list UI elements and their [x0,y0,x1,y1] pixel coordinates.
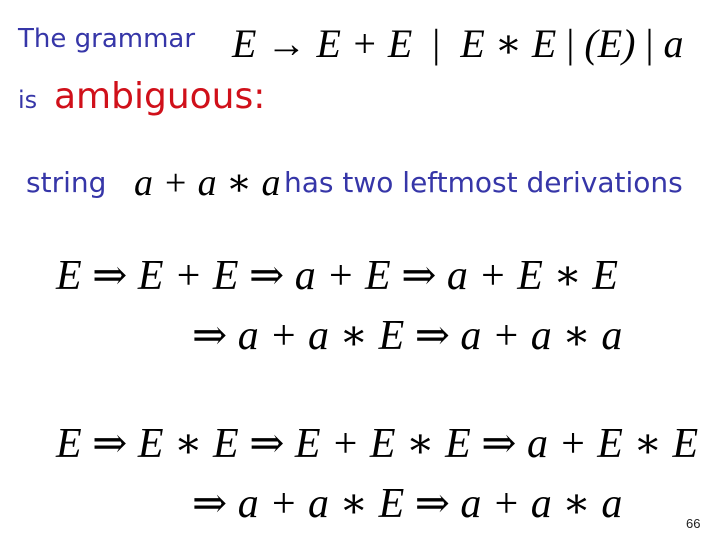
grammar-production: E → E + E | E ∗ E | (E) | a [232,20,683,67]
production-arrow: → [266,21,307,66]
page-number: 66 [686,516,701,531]
alt-separator: | [566,21,575,66]
is-text: is [18,86,38,114]
derivations-statement: has two leftmost derivations [284,166,683,199]
grammar-alt-4: a [663,21,684,66]
string-label: string [26,166,107,199]
alt-separator: | [645,21,654,66]
grammar-alt-3: (E) [584,21,636,66]
derivation-2-line-1: E ⇒ E ∗ E ⇒ E + E ∗ E ⇒ a + E ∗ E [56,421,699,467]
string-expression: a + a ∗ a [134,162,281,204]
ambiguous-emphasis: ambiguous: [54,76,266,117]
grammar-lhs: E [232,21,257,66]
grammar-alt-1: E + E [316,21,413,66]
alt-separator: | [432,21,441,66]
grammar-alt-2: E ∗ E [460,21,557,66]
intro-text: The grammar [18,24,196,54]
derivation-1-line-1: E ⇒ E + E ⇒ a + E ⇒ a + E ∗ E [56,253,619,299]
derivation-1-line-2: ⇒ a + a ∗ E ⇒ a + a ∗ a [192,313,623,359]
derivation-2-line-2: ⇒ a + a ∗ E ⇒ a + a ∗ a [192,481,623,527]
